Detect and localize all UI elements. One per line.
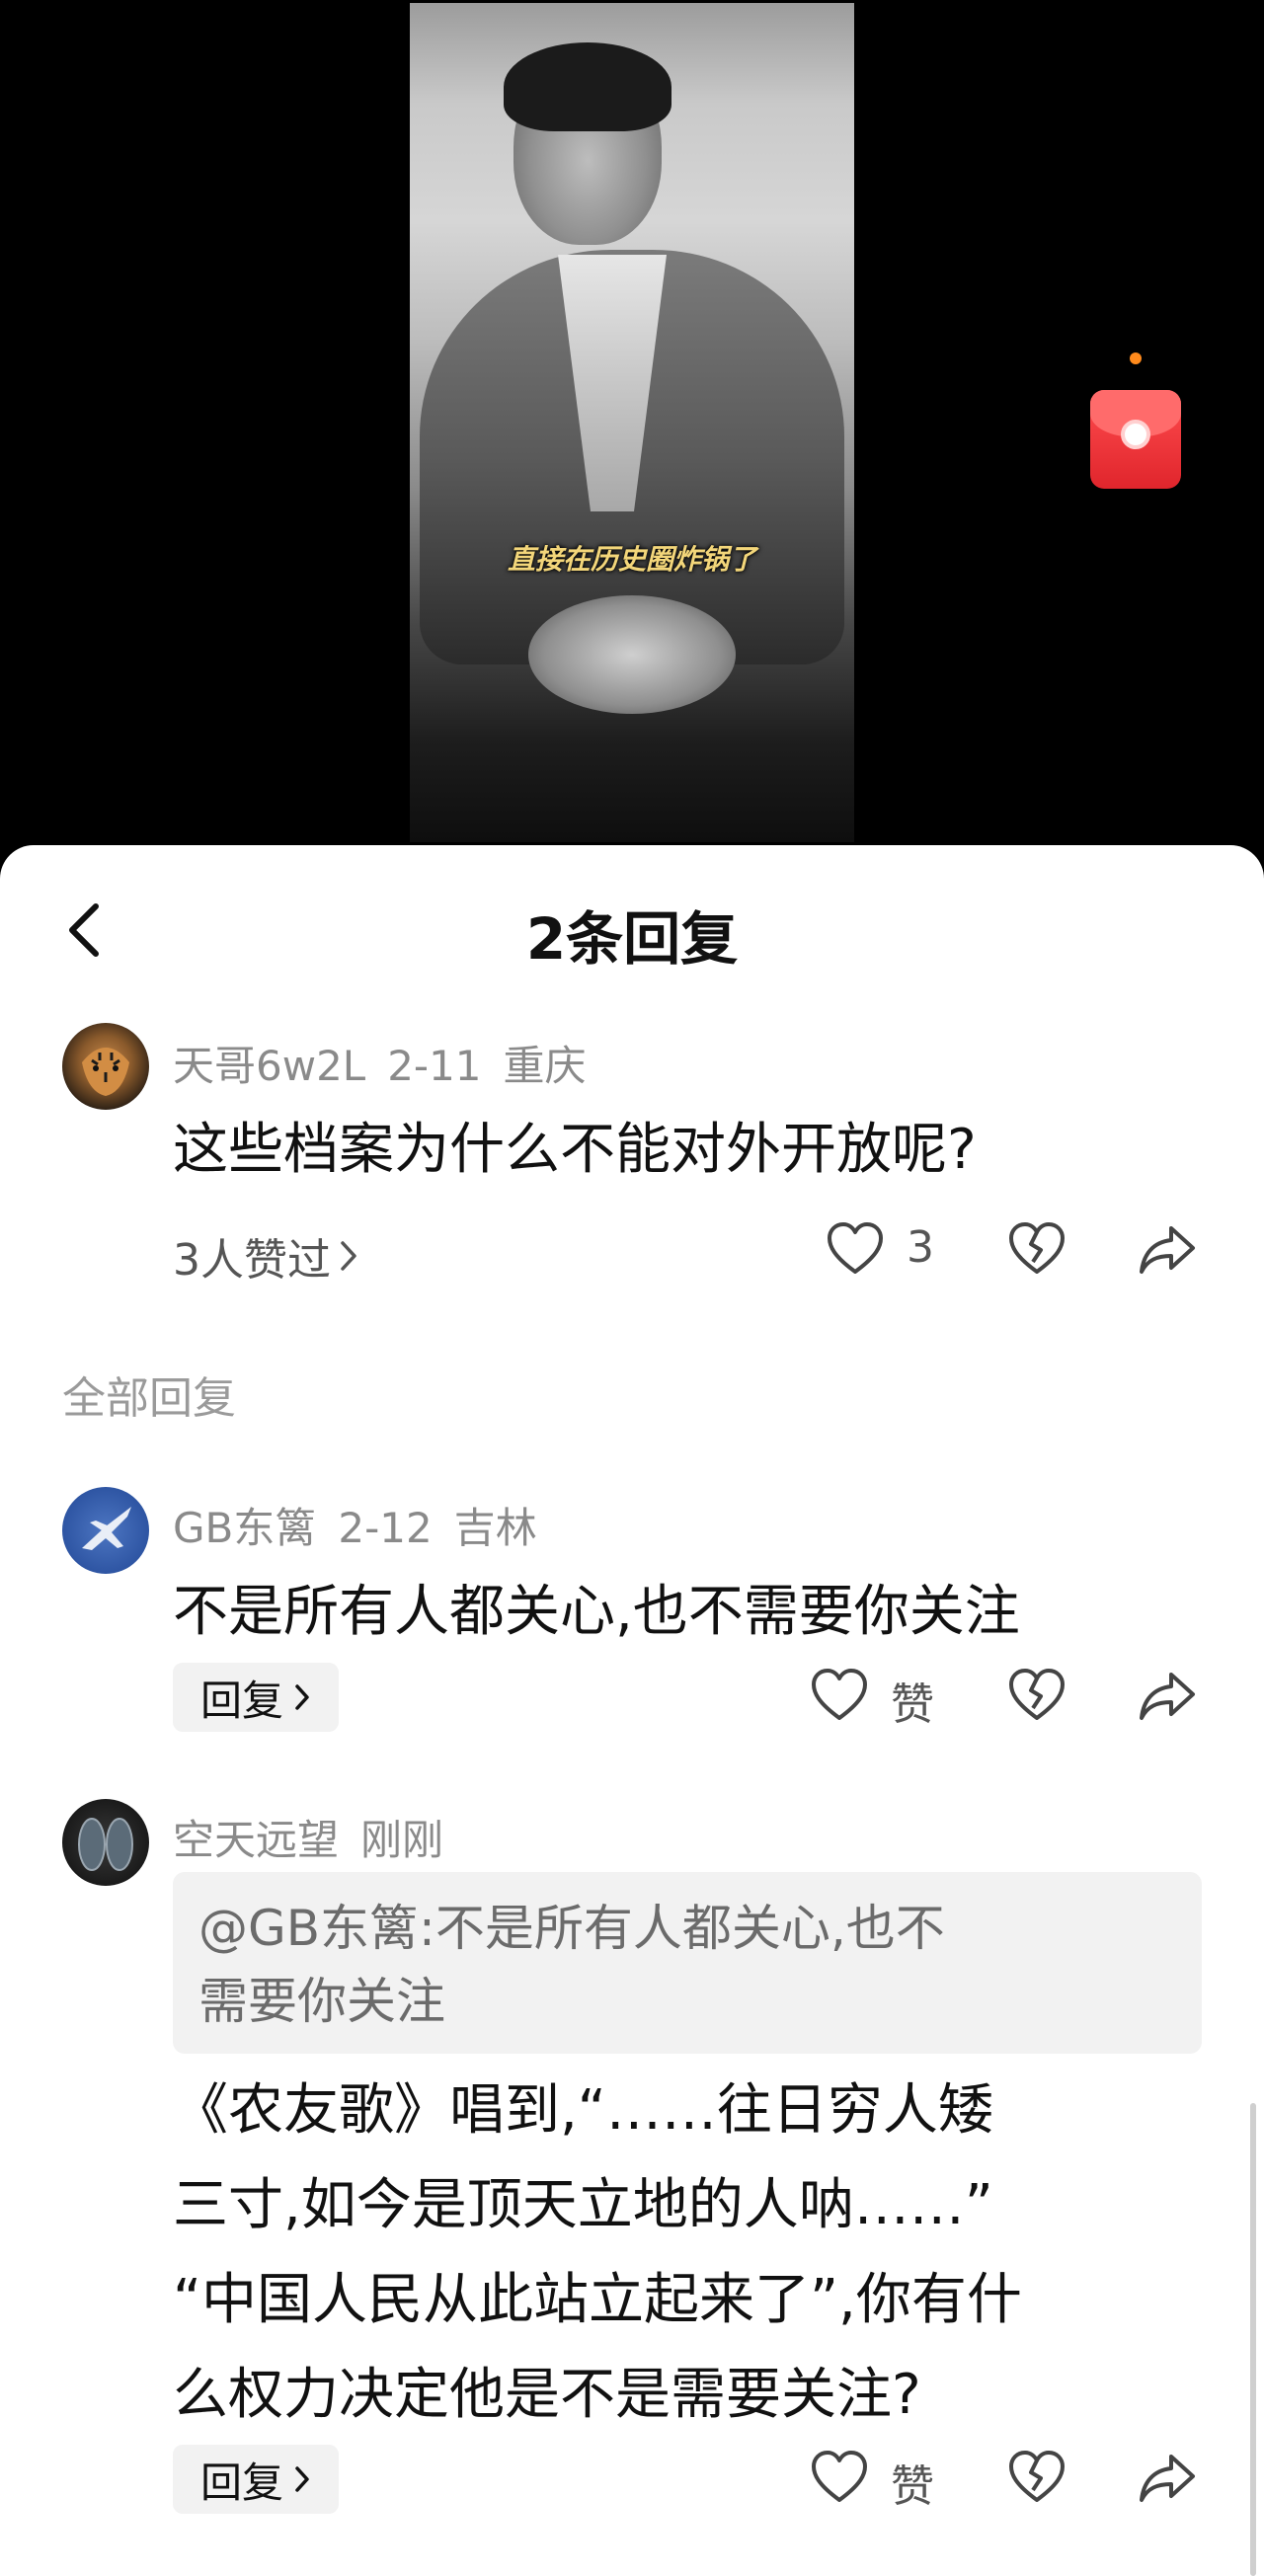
reply-text: 不是所有人都关心,也不需要你关注 [173, 1580, 1020, 1644]
heart-icon[interactable] [808, 2447, 871, 2510]
broken-heart-icon[interactable] [1005, 2447, 1068, 2510]
like-count: 3 [907, 1222, 934, 1273]
quoted-reply: @GB东篱:不是所有人都关心,也不 需要你关注 [173, 1872, 1202, 2054]
reply-button[interactable]: 回复 [173, 1663, 340, 1732]
quoted-text-line2: 需要你关注 [198, 1973, 445, 2030]
likes-summary-text: 3人赞过 [173, 1235, 331, 1286]
chevron-right-icon [295, 2466, 309, 2492]
reply-date: 刚刚 [360, 1816, 444, 1864]
comment-date: 2-11 [387, 1042, 482, 1090]
chevron-right-icon [341, 1241, 356, 1271]
reply-button-label: 回复 [200, 1676, 284, 1725]
reply-date: 2-12 [338, 1504, 433, 1552]
tiger-avatar[interactable] [62, 1023, 149, 1110]
reply-location: 吉林 [453, 1504, 537, 1552]
red-packet-icon[interactable] [1090, 390, 1181, 489]
red-packet-seal [1121, 420, 1150, 449]
video-person-hands [528, 595, 736, 714]
comment-username[interactable]: 天哥6w2L [173, 1042, 365, 1090]
heart-icon[interactable] [824, 1218, 887, 1282]
likes-summary-link[interactable]: 3人赞过 [173, 1224, 358, 1288]
replies-sheet: 2条回复 天哥6w2L 2-11 重庆 这些档案为什么不能对外开放呢? 3人赞过 3… [0, 845, 1264, 2576]
masks-avatar[interactable] [62, 1799, 149, 1886]
reply-username[interactable]: GB东篱 [173, 1504, 316, 1552]
comment-location: 重庆 [503, 1042, 587, 1090]
heart-icon[interactable] [808, 1665, 871, 1728]
sheet-title: 2条回复 [525, 905, 739, 973]
scrollbar[interactable] [1250, 2103, 1256, 2576]
comment-text: 这些档案为什么不能对外开放呢? [173, 1118, 977, 1182]
broken-heart-icon[interactable] [1005, 1218, 1068, 1282]
video-person-hair [504, 42, 672, 131]
video-frame[interactable] [410, 3, 854, 842]
broken-heart-icon[interactable] [1005, 1665, 1068, 1728]
share-icon[interactable] [1136, 2447, 1199, 2510]
reply-username[interactable]: 空天远望 [173, 1816, 339, 1864]
reply-button-label: 回复 [200, 2458, 284, 2507]
all-replies-label: 全部回复 [62, 1373, 236, 1424]
tiger-face-icon [82, 1048, 129, 1096]
reply-text-line1: 《农友歌》唱到,“……往日穷人矮 [173, 2078, 993, 2143]
reply-text-line4: 么权力决定他是不是需要关注? [173, 2363, 921, 2427]
reply-text-line2: 三寸,如今是顶天立地的人呐……” [173, 2173, 993, 2237]
sheet-header: 2条回复 [0, 845, 1264, 974]
like-label: 赞 [891, 1679, 934, 1730]
comment-meta: 天哥6w2L 2-11 重庆 [173, 1033, 608, 1093]
fighter-jet-avatar[interactable] [62, 1487, 149, 1574]
quoted-text-line1: @GB东篱:不是所有人都关心,也不 [198, 1900, 945, 1957]
like-label: 赞 [891, 2461, 934, 2512]
reply-button[interactable]: 回复 [173, 2445, 340, 2514]
video-caption: 直接在历史圈炸锅了 [507, 543, 756, 576]
reply-meta: GB东篱 2-12 吉林 [173, 1495, 559, 1555]
reply-text-line3: “中国人民从此站立起来了”,你有什 [173, 2268, 1022, 2332]
notification-dot [1130, 352, 1142, 364]
share-icon[interactable] [1136, 1665, 1199, 1728]
share-icon[interactable] [1136, 1218, 1199, 1282]
reply-meta: 空天远望 刚刚 [173, 1807, 465, 1867]
video-player[interactable]: 直接在历史圈炸锅了 [0, 0, 1264, 849]
fighter-jet-icon [82, 1507, 131, 1550]
masks-icon [78, 1818, 133, 1871]
chevron-right-icon [295, 1684, 309, 1710]
